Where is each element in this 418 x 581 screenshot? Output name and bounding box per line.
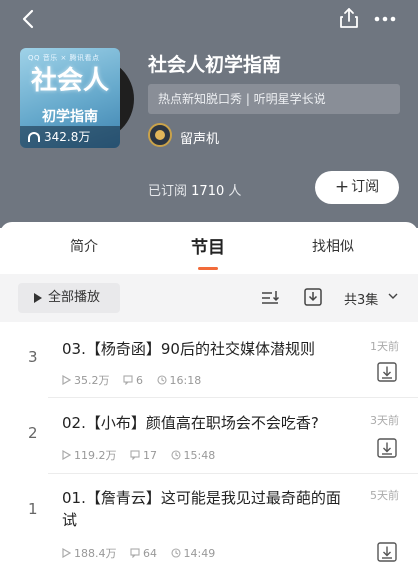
- duration-value: 14:49: [183, 546, 216, 560]
- subscribed-unit: 人: [228, 184, 242, 199]
- album-header: QQ 音乐 × 腾讯看点 社会人 初学指南 342.8万 社会人初学指南 热点新…: [0, 0, 418, 228]
- download-icon[interactable]: [377, 438, 397, 458]
- share-icon[interactable]: [338, 6, 360, 30]
- chevron-down-icon[interactable]: [388, 291, 398, 301]
- play-all-button[interactable]: 全部播放: [18, 283, 120, 313]
- download-icon[interactable]: [377, 362, 397, 382]
- cover-title-line1: 社会人: [30, 66, 109, 96]
- cover-title-line2: 初学指南: [42, 109, 98, 125]
- episode-toolbar: 全部播放 共3集: [0, 274, 418, 322]
- episode-time: 1天前: [370, 340, 399, 353]
- episode-title[interactable]: 01.【詹青云】这可能是我见过最奇葩的面试: [62, 487, 350, 531]
- play-count-icon: [62, 548, 71, 558]
- subscribe-button[interactable]: + 订阅: [315, 171, 399, 204]
- headphones-icon: [28, 132, 40, 142]
- duration-value: 16:18: [169, 373, 202, 387]
- sort-icon[interactable]: [260, 288, 280, 308]
- cover-play-count-value: 342.8万: [44, 130, 91, 144]
- comment-icon: [130, 450, 140, 460]
- play-icon: [34, 293, 42, 303]
- comment-count-value: 6: [136, 373, 143, 387]
- album-tags[interactable]: 热点新知脱口秀 | 听明星学长说: [148, 84, 400, 114]
- episode-index: 2: [28, 424, 38, 442]
- episode-item[interactable]: 2 02.【小布】颜值高在职场会不会吃香? 3天前 119.2万 17 15:4…: [0, 398, 418, 474]
- play-count: 119.2万: [62, 447, 117, 463]
- play-all-label: 全部播放: [48, 290, 101, 305]
- author-name[interactable]: 留声机: [180, 128, 219, 147]
- episode-meta: 35.2万 6 16:18: [62, 372, 211, 388]
- comment-count: 6: [123, 374, 143, 387]
- more-icon[interactable]: [372, 8, 398, 30]
- subscribe-button-label: 订阅: [351, 179, 380, 195]
- clock-icon: [170, 450, 181, 460]
- batch-download-icon[interactable]: [303, 287, 323, 307]
- subscribed-label: 已订阅: [148, 184, 188, 199]
- episode-meta: 188.4万 64 14:49: [62, 545, 225, 561]
- tab-episodes[interactable]: 节目: [191, 233, 225, 258]
- comment-count: 64: [130, 547, 157, 560]
- tab-similar[interactable]: 找相似: [312, 236, 354, 256]
- comment-icon: [130, 548, 140, 558]
- clock-icon: [156, 375, 167, 385]
- subscribed-number: 1710: [191, 184, 225, 199]
- active-tab-indicator: [198, 267, 218, 270]
- tab-intro[interactable]: 简介: [70, 236, 98, 256]
- episode-time: 5天前: [370, 489, 399, 502]
- play-count-value: 188.4万: [74, 547, 117, 560]
- duration-value: 15:48: [183, 448, 216, 462]
- author-avatar[interactable]: [148, 123, 172, 147]
- content-panel: 简介 节目 找相似 全部播放 共3集 3 03.【杨奇函】90后的社交媒体潜规则…: [0, 222, 418, 581]
- album-title: 社会人初学指南: [148, 54, 282, 76]
- subscriber-count: 已订阅 1710 人: [148, 180, 241, 199]
- duration: 15:48: [170, 448, 216, 462]
- comment-count: 17: [130, 449, 157, 462]
- back-arrow-icon[interactable]: [18, 8, 40, 30]
- episode-title[interactable]: 03.【杨奇函】90后的社交媒体潜规则: [62, 338, 350, 360]
- episode-count[interactable]: 共3集: [344, 289, 378, 308]
- episode-title[interactable]: 02.【小布】颜值高在职场会不会吃香?: [62, 412, 350, 434]
- play-count-icon: [62, 450, 71, 460]
- download-icon[interactable]: [377, 542, 397, 562]
- episode-index: 1: [28, 500, 38, 518]
- album-cover[interactable]: QQ 音乐 × 腾讯看点 社会人 初学指南 342.8万: [20, 48, 120, 148]
- play-count: 35.2万: [62, 372, 110, 388]
- episode-item[interactable]: 1 01.【詹青云】这可能是我见过最奇葩的面试 5天前 188.4万 64 14…: [0, 474, 418, 581]
- episode-time: 3天前: [370, 414, 399, 427]
- comment-count-value: 17: [143, 448, 157, 462]
- cover-play-count: 342.8万: [20, 126, 120, 148]
- episode-meta: 119.2万 17 15:48: [62, 447, 225, 463]
- episode-index: 3: [28, 348, 38, 366]
- comment-count-value: 64: [143, 546, 157, 560]
- plus-icon: +: [334, 177, 350, 197]
- duration: 16:18: [156, 373, 202, 387]
- episode-item[interactable]: 3 03.【杨奇函】90后的社交媒体潜规则 1天前 35.2万 6 16:18: [0, 322, 418, 398]
- duration: 14:49: [170, 546, 216, 560]
- play-count: 188.4万: [62, 545, 117, 561]
- play-count-value: 35.2万: [74, 374, 110, 387]
- comment-icon: [123, 375, 133, 385]
- clock-icon: [170, 548, 181, 558]
- play-count-value: 119.2万: [74, 449, 117, 462]
- play-count-icon: [62, 375, 71, 385]
